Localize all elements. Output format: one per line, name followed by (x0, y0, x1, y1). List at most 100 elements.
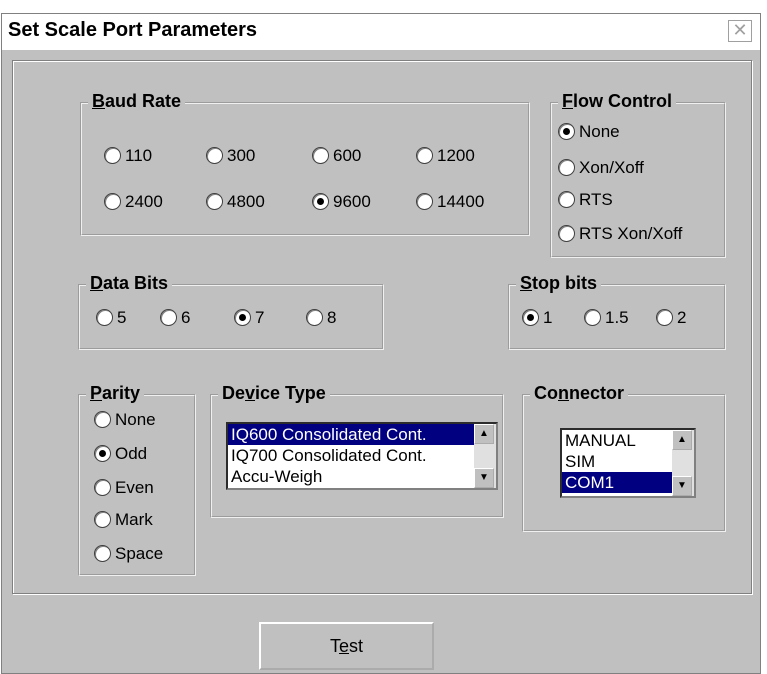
radio-label: 8 (327, 308, 337, 327)
radio-circle[interactable] (94, 445, 111, 463)
radio-label: 2400 (125, 192, 163, 211)
radio-baud-rate[interactable]: 9600 (312, 192, 371, 212)
radio-parity[interactable]: Mark (94, 510, 153, 530)
radio-label: Mark (115, 510, 153, 529)
close-icon[interactable]: ✕ (728, 20, 752, 42)
test-button[interactable]: Test (259, 622, 434, 670)
radio-stop-bits[interactable]: 1 (522, 308, 552, 328)
radio-baud-rate[interactable]: 300 (206, 146, 255, 166)
radio-parity[interactable]: Space (94, 544, 163, 564)
radio-circle[interactable] (306, 309, 323, 327)
data-bits-label: Data Bits (86, 273, 173, 294)
radio-circle[interactable] (206, 147, 223, 165)
radio-circle[interactable] (160, 309, 177, 327)
scroll-down-icon[interactable]: ▼ (474, 468, 494, 488)
radio-circle[interactable] (234, 309, 251, 327)
radio-flow-control[interactable]: RTS (558, 190, 613, 210)
connector-label: Connector (530, 383, 629, 404)
radio-circle[interactable] (94, 545, 111, 563)
radio-label: 5 (117, 308, 127, 327)
radio-data-bits[interactable]: 5 (96, 308, 126, 328)
radio-label: Xon/Xoff (579, 158, 644, 177)
scroll-down-icon[interactable]: ▼ (672, 476, 692, 496)
radio-flow-control[interactable]: RTS Xon/Xoff (558, 224, 682, 244)
radio-label: Odd (115, 444, 148, 463)
flow-control-label: Flow Control (558, 91, 676, 112)
baud-rate-label: Baud Rate (88, 91, 186, 112)
radio-label: 1200 (437, 146, 475, 165)
radio-circle[interactable] (312, 147, 329, 165)
radio-circle[interactable] (584, 309, 601, 327)
connector-list[interactable]: MANUAL SIM COM1 ▲ ▼ (560, 428, 696, 498)
radio-parity[interactable]: None (94, 410, 156, 430)
radio-label: 1.5 (605, 308, 629, 327)
radio-label: 300 (227, 146, 256, 165)
radio-selected-dot (563, 128, 570, 136)
radio-circle[interactable] (104, 193, 121, 211)
list-item[interactable]: Accu-Weigh (228, 466, 496, 487)
radio-data-bits[interactable]: 7 (234, 308, 264, 328)
radio-label: 4800 (227, 192, 265, 211)
radio-circle[interactable] (206, 193, 223, 211)
radio-label: 1 (543, 308, 553, 327)
radio-circle[interactable] (522, 309, 539, 327)
device-type-label: Device Type (218, 383, 330, 404)
radio-circle[interactable] (312, 193, 329, 211)
radio-circle[interactable] (104, 147, 121, 165)
radio-label: None (115, 410, 156, 429)
radio-selected-dot (99, 450, 106, 458)
radio-parity[interactable]: Even (94, 478, 154, 498)
baud-rate-group: Baud Rate (80, 91, 530, 236)
radio-selected-dot (527, 314, 534, 322)
radio-circle[interactable] (94, 511, 111, 529)
radio-label: RTS (579, 190, 613, 209)
connector-scrollbar[interactable]: ▲ ▼ (672, 430, 694, 496)
radio-circle[interactable] (656, 309, 673, 327)
device-scrollbar[interactable]: ▲ ▼ (474, 424, 496, 488)
window-title: Set Scale Port Parameters (8, 19, 258, 41)
radio-circle[interactable] (558, 225, 575, 243)
radio-circle[interactable] (416, 147, 433, 165)
radio-label: 9600 (333, 192, 371, 211)
radio-flow-control[interactable]: Xon/Xoff (558, 158, 644, 178)
radio-data-bits[interactable]: 8 (306, 308, 336, 328)
radio-baud-rate[interactable]: 14400 (416, 192, 484, 212)
radio-circle[interactable] (558, 123, 575, 141)
parity-label: Parity (86, 383, 145, 404)
radio-label: 6 (181, 308, 191, 327)
radio-label: Space (115, 544, 164, 563)
radio-selected-dot (239, 314, 246, 322)
radio-stop-bits[interactable]: 1.5 (584, 308, 629, 328)
list-item[interactable]: IQ700 Consolidated Cont. (228, 445, 496, 466)
radio-label: 2 (677, 308, 687, 327)
radio-circle[interactable] (94, 479, 111, 497)
radio-baud-rate[interactable]: 600 (312, 146, 361, 166)
radio-baud-rate[interactable]: 1200 (416, 146, 475, 166)
radio-label: Even (115, 478, 154, 497)
radio-baud-rate[interactable]: 2400 (104, 192, 163, 212)
scroll-up-icon[interactable]: ▲ (672, 430, 692, 450)
radio-data-bits[interactable]: 6 (160, 308, 190, 328)
radio-stop-bits[interactable]: 2 (656, 308, 686, 328)
radio-baud-rate[interactable]: 110 (104, 146, 152, 166)
radio-baud-rate[interactable]: 4800 (206, 192, 265, 212)
radio-circle[interactable] (416, 193, 433, 211)
radio-label: 14400 (437, 192, 485, 211)
title-bar: Set Scale Port Parameters ✕ (2, 14, 760, 51)
radio-flow-control[interactable]: None (558, 122, 620, 142)
radio-label: None (579, 122, 620, 141)
radio-label: 7 (255, 308, 265, 327)
radio-circle[interactable] (558, 191, 575, 209)
radio-circle[interactable] (94, 411, 111, 429)
scroll-up-icon[interactable]: ▲ (474, 424, 494, 444)
radio-parity[interactable]: Odd (94, 444, 147, 464)
radio-label: 110 (125, 146, 153, 165)
stop-bits-label: Stop bits (516, 273, 602, 294)
device-type-list[interactable]: IQ600 Consolidated Cont. IQ700 Consolidat… (226, 422, 498, 490)
radio-circle[interactable] (558, 159, 575, 177)
radio-label: RTS Xon/Xoff (579, 224, 683, 243)
radio-label: 600 (333, 146, 362, 165)
list-item[interactable]: IQ600 Consolidated Cont. (228, 424, 496, 445)
radio-selected-dot (317, 198, 324, 206)
radio-circle[interactable] (96, 309, 113, 327)
